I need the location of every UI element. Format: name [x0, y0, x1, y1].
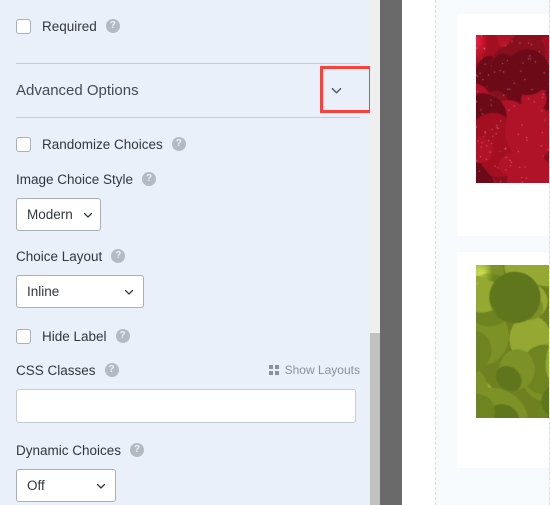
form-builder-screen: Required ? Advanced Options Randomize Ch: [0, 0, 550, 505]
chevron-down-icon: [96, 483, 106, 489]
show-layouts-label: Show Layouts: [284, 363, 360, 377]
choice-layout-label: Choice Layout: [16, 248, 103, 264]
css-classes-label-row: CSS Classes ? Show Layouts: [16, 359, 360, 381]
dynamic-choices-label: Dynamic Choices: [16, 442, 122, 458]
dynamic-choices-select[interactable]: Off: [16, 469, 116, 502]
css-classes-label: CSS Classes: [16, 362, 96, 378]
randomize-choices-label: Randomize Choices: [42, 136, 163, 152]
chevron-down-icon: [331, 87, 341, 94]
strawberries-photo: [476, 35, 549, 183]
image-choice-style-value: Modern: [27, 207, 73, 222]
help-circle-icon[interactable]: ?: [171, 137, 186, 151]
help-circle-icon[interactable]: ?: [142, 172, 157, 186]
image-choice-card-pears[interactable]: [457, 252, 549, 468]
image-choice-card-strawberries[interactable]: [457, 14, 549, 236]
help-circle-icon[interactable]: ?: [105, 19, 120, 33]
help-circle-icon[interactable]: ?: [104, 363, 119, 377]
hide-label-checkbox[interactable]: [16, 328, 31, 344]
required-label: Required: [42, 18, 97, 34]
pears-photo: [476, 265, 549, 418]
settings-panel-content: Required ? Advanced Options Randomize Ch: [0, 0, 370, 505]
panel-scrollbar-thumb[interactable]: [370, 333, 380, 505]
required-checkbox-row[interactable]: Required ?: [16, 12, 354, 40]
help-circle-icon[interactable]: ?: [130, 443, 145, 457]
advanced-options-toggle[interactable]: [312, 69, 360, 113]
image-choice-style-label-row: Image Choice Style ?: [16, 168, 354, 190]
advanced-options-header[interactable]: Advanced Options: [16, 64, 360, 117]
choice-layout-value: Inline: [27, 284, 60, 299]
randomize-choices-checkbox[interactable]: [16, 136, 31, 152]
css-classes-label-wrap: CSS Classes ?: [16, 359, 119, 381]
hide-label-row[interactable]: Hide Label ?: [16, 322, 354, 350]
show-layouts-button[interactable]: Show Layouts: [269, 363, 360, 377]
dynamic-choices-label-row: Dynamic Choices ?: [16, 439, 354, 461]
help-circle-icon[interactable]: ?: [115, 329, 130, 343]
form-preview-panel: [435, 0, 550, 505]
choice-layout-label-row: Choice Layout ?: [16, 245, 354, 267]
image-choice-style-select[interactable]: Modern: [16, 198, 101, 231]
choice-layout-select[interactable]: Inline: [16, 275, 144, 308]
content-gutter: [402, 0, 435, 505]
grid-icon: [269, 365, 279, 375]
chevron-down-icon: [83, 212, 93, 218]
advanced-options-title: Advanced Options: [16, 82, 139, 99]
hide-label-label: Hide Label: [42, 328, 107, 344]
window-scrollbar[interactable]: [380, 0, 402, 505]
panel-scrollbar-track[interactable]: [370, 0, 380, 505]
css-classes-input[interactable]: [16, 389, 356, 423]
randomize-choices-row[interactable]: Randomize Choices ?: [16, 130, 354, 158]
help-circle-icon[interactable]: ?: [111, 249, 126, 263]
image-choice-style-label: Image Choice Style: [16, 171, 134, 187]
field-settings-panel: Required ? Advanced Options Randomize Ch: [0, 0, 380, 505]
chevron-down-icon: [124, 289, 134, 295]
required-checkbox[interactable]: [16, 18, 31, 34]
dynamic-choices-value: Off: [27, 478, 45, 493]
